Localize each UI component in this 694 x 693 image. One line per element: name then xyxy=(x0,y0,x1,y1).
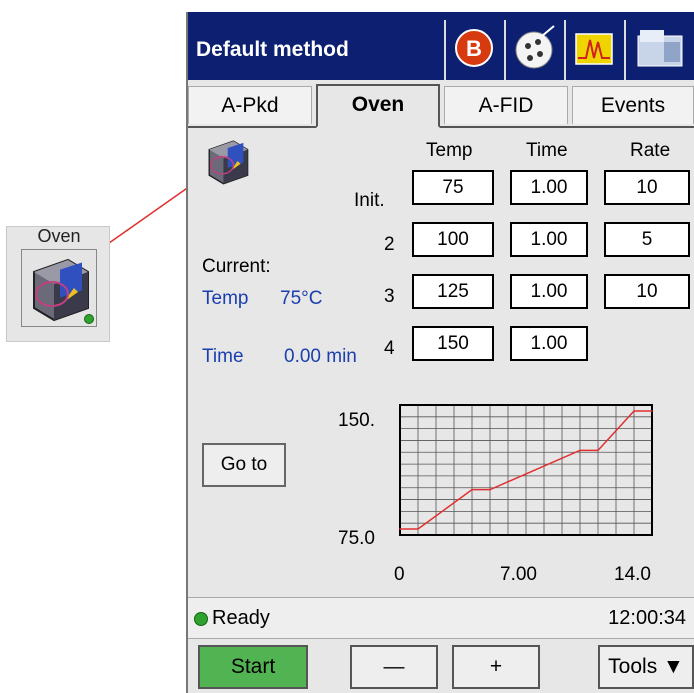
step2-rate-field[interactable]: 5 xyxy=(604,222,690,257)
header-time: Time xyxy=(526,140,568,161)
status-text: Ready xyxy=(212,607,270,629)
step3-time-field[interactable]: 1.00 xyxy=(510,274,588,309)
plus-button[interactable]: + xyxy=(452,645,540,689)
init-temp-field[interactable]: 75 xyxy=(412,170,494,205)
oven-panel: Default method B A-Pkd Oven A-FID Events… xyxy=(186,12,694,693)
x-tick-mid: 7.00 xyxy=(500,564,537,585)
ready-status-dot xyxy=(194,612,208,626)
data-point xyxy=(399,528,401,530)
row-label-3: 3 xyxy=(384,286,395,307)
x-tick-start: 0 xyxy=(394,564,405,585)
module-title: Oven xyxy=(37,226,81,246)
row-label-4: 4 xyxy=(384,338,395,359)
y-tick-bottom: 75.0 xyxy=(338,528,375,549)
data-point xyxy=(471,488,473,491)
start-button[interactable]: Start xyxy=(198,645,308,689)
data-point xyxy=(651,410,653,412)
minus-button[interactable]: — xyxy=(350,645,438,689)
tools-button[interactable]: Tools ▼ xyxy=(598,645,694,689)
b-icon[interactable]: B xyxy=(444,20,500,80)
tab-a-pkd[interactable]: A-Pkd xyxy=(188,86,312,124)
title-bar: Default method B xyxy=(188,12,694,80)
chromatogram-icon[interactable] xyxy=(564,20,620,80)
init-rate-field[interactable]: 10 xyxy=(604,170,690,205)
current-time-label: Time xyxy=(202,346,244,367)
svg-text:B: B xyxy=(466,36,482,61)
init-time-field[interactable]: 1.00 xyxy=(510,170,588,205)
plate-icon[interactable] xyxy=(504,20,560,80)
tab-bar: A-Pkd Oven A-FID Events xyxy=(188,84,694,128)
temperature-program-chart xyxy=(399,404,653,536)
header-rate: Rate xyxy=(630,140,671,161)
y-tick-top: 150. xyxy=(338,410,375,431)
current-temp-label: Temp xyxy=(202,288,249,309)
method-title: Default method xyxy=(196,38,349,61)
header-temp: Temp xyxy=(426,140,473,161)
status-bar: Ready 12:00:34 xyxy=(188,597,694,639)
instrument-icon[interactable] xyxy=(624,20,694,80)
step2-temp-field[interactable]: 100 xyxy=(412,222,494,257)
tab-a-fid[interactable]: A-FID xyxy=(444,86,568,124)
data-point xyxy=(417,528,419,530)
x-tick-end: 14.0 xyxy=(614,564,651,585)
step3-temp-field[interactable]: 125 xyxy=(412,274,494,309)
step4-time-field[interactable]: 1.00 xyxy=(510,326,588,361)
oven-icon xyxy=(200,134,254,188)
row-label-2: 2 xyxy=(384,234,395,255)
go-to-button[interactable]: Go to xyxy=(202,443,286,487)
step4-temp-field[interactable]: 150 xyxy=(412,326,494,361)
tab-events[interactable]: Events xyxy=(572,86,694,124)
data-point xyxy=(525,473,527,475)
step2-time-field[interactable]: 1.00 xyxy=(510,222,588,257)
data-point xyxy=(597,449,599,452)
step3-rate-field[interactable]: 10 xyxy=(604,274,690,309)
data-point xyxy=(633,410,635,412)
tab-oven[interactable]: Oven xyxy=(316,84,440,128)
data-point xyxy=(579,449,581,452)
module-status-dot xyxy=(84,314,94,324)
current-time-value: 0.00 min xyxy=(284,346,357,367)
row-label-init: Init. xyxy=(354,190,385,211)
current-temp-value: 75°C xyxy=(280,288,323,309)
current-heading: Current: xyxy=(202,256,271,277)
status-clock: 12:00:34 xyxy=(608,607,686,629)
oven-module[interactable]: Oven xyxy=(6,226,110,342)
data-point xyxy=(489,488,491,491)
